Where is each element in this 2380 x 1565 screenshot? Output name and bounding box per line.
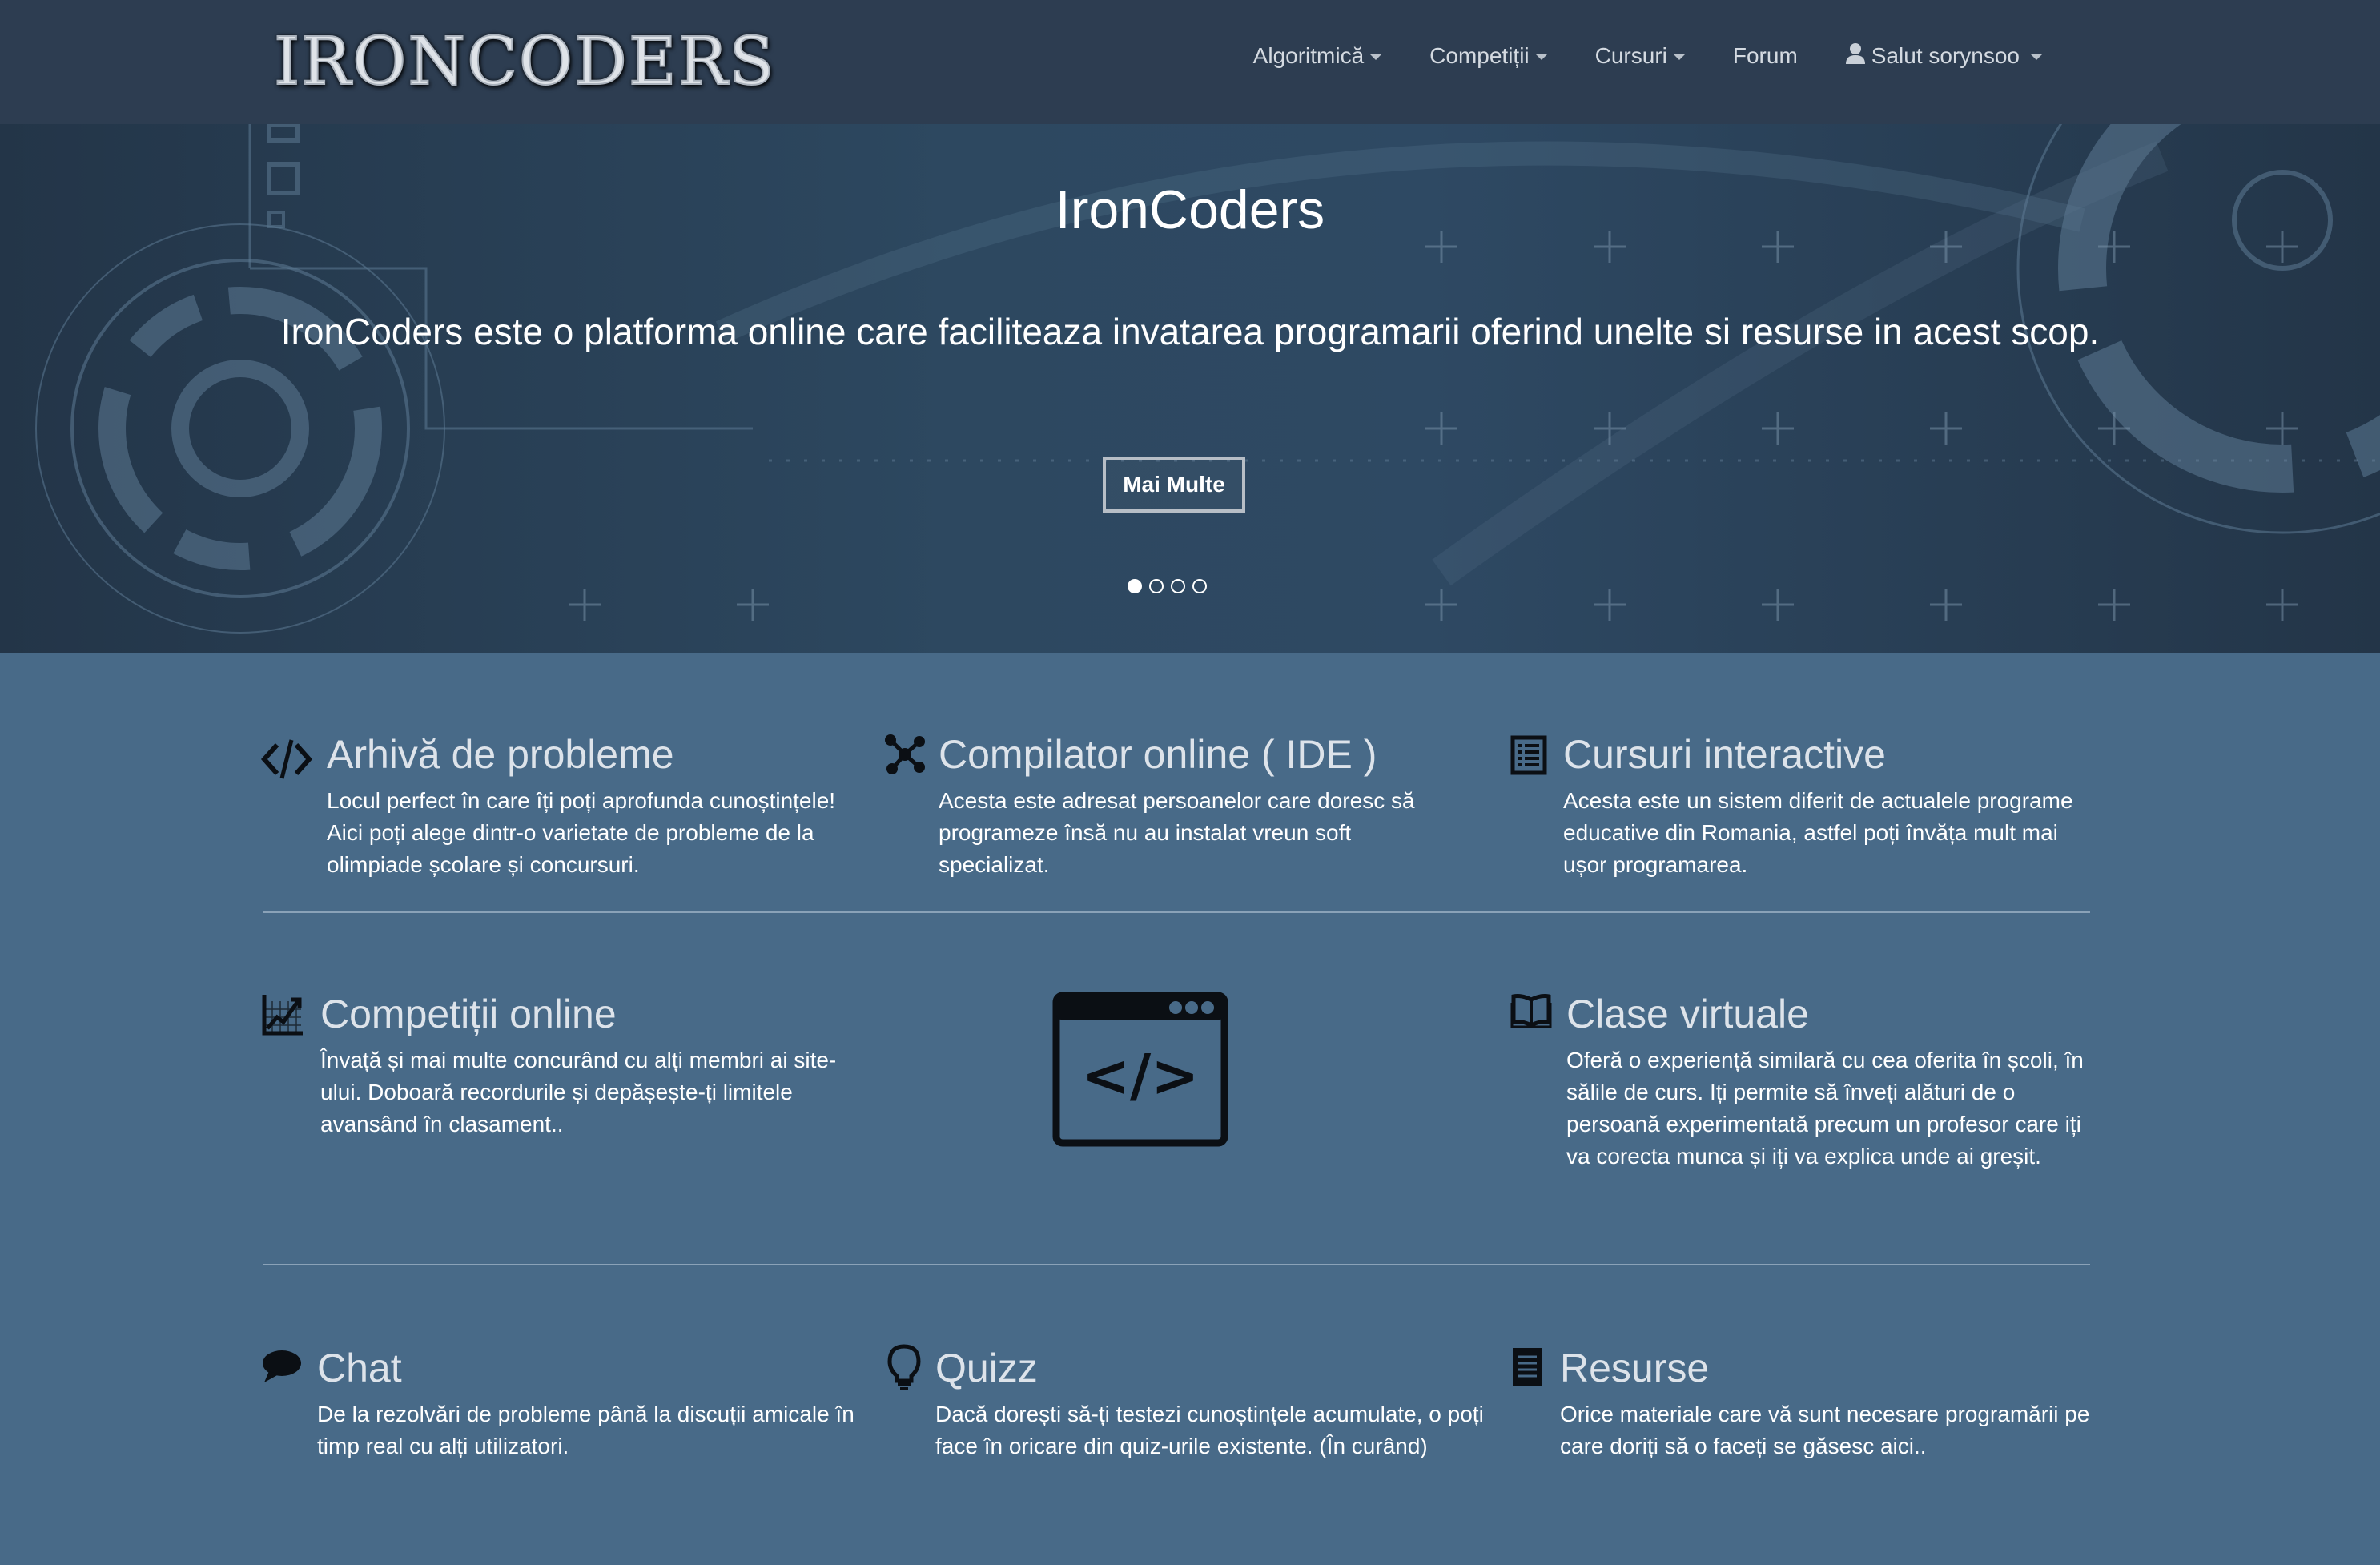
network-icon [884, 734, 926, 779]
caret-down-icon [1535, 54, 1547, 60]
feature-title: Competiții online [320, 992, 617, 1036]
feature-description: Acesta este un sistem diferit de actuale… [1563, 788, 2073, 877]
feature-description: Dacă dorești să-ți testezi cunoștințele … [935, 1402, 1484, 1458]
feature-competitii[interactable]: Competiții online Învață și mai multe co… [261, 990, 870, 1150]
code-window-graphic: </> [1052, 992, 1228, 1151]
more-button[interactable]: Mai Multe [1103, 457, 1245, 513]
feature-title: Arhivă de probleme [327, 732, 674, 777]
feature-title: Cursuri interactive [1563, 732, 1886, 777]
nav-item-forum[interactable]: Forum [1709, 43, 1822, 69]
feature-title: Clase virtuale [1566, 992, 1809, 1036]
feature-chat[interactable]: Chat De la rezolvări de probleme până la… [261, 1344, 870, 1472]
caret-down-icon [1370, 54, 1382, 60]
section-divider [263, 1264, 2090, 1265]
feature-title: Chat [317, 1346, 402, 1390]
document-icon [1510, 1346, 1544, 1393]
feature-title: Resurse [1560, 1346, 1710, 1390]
nav-item-user-menu[interactable]: Salut sorynsoo [1822, 42, 2066, 70]
nav-item-cursuri[interactable]: Cursuri [1571, 43, 1709, 69]
list-icon [1510, 735, 1547, 779]
section-divider [263, 911, 2090, 913]
carousel-dot-4[interactable] [1192, 579, 1207, 593]
feature-description: Locul perfect în care îți poți aprofunda… [327, 788, 836, 877]
feature-arhiva[interactable]: Arhivă de probleme Locul perfect în care… [260, 730, 870, 883]
feature-title: Quizz [935, 1346, 1038, 1390]
nav-item-label: Forum [1732, 43, 1798, 68]
feature-description: De la rezolvări de probleme până la disc… [317, 1402, 854, 1458]
carousel-indicators [1128, 579, 1207, 593]
nav-item-competitii[interactable]: Competiții [1405, 43, 1570, 69]
nav-menu: Algoritmică Competiții Cursuri Forum Sal… [1229, 0, 2066, 112]
book-icon [1510, 993, 1552, 1032]
hero-description: IronCoders este o platforma online care … [280, 311, 2100, 352]
nav-item-label: Cursuri [1594, 43, 1667, 68]
hero-title: IronCoders [1055, 179, 1325, 240]
feature-compilator[interactable]: Compilator online ( IDE ) Acesta este ad… [884, 730, 1493, 883]
chart-icon [261, 993, 304, 1040]
site-logo[interactable]: IRONCODERS [273, 21, 775, 104]
chat-bubble-icon [261, 1349, 303, 1388]
feature-description: Învață și mai multe concurând cu alți me… [320, 1048, 837, 1137]
feature-description: Acesta este adresat persoanelor care dor… [939, 788, 1415, 877]
feature-cursuri[interactable]: Cursuri interactive Acesta este un siste… [1510, 730, 2103, 883]
lightbulb-icon [887, 1344, 921, 1394]
feature-description: Orice materiale care vă sunt necesare pr… [1560, 1402, 2090, 1458]
feature-clase-virtuale[interactable]: Clase virtuale Oferă o experiență simila… [1510, 990, 2103, 1182]
carousel-dot-3[interactable] [1171, 579, 1185, 593]
nav-item-label: Algoritmică [1252, 43, 1365, 68]
nav-item-label: Salut sorynsoo [1871, 43, 2020, 68]
caret-down-icon [1673, 54, 1685, 60]
code-window-text: </> [1082, 1042, 1200, 1109]
code-window-icon: </> [1052, 992, 1228, 1147]
feature-quizz[interactable]: Quizz Dacă dorești să-ți testezi cunoști… [884, 1344, 1493, 1472]
carousel-dot-2[interactable] [1149, 579, 1164, 593]
carousel-dot-1[interactable] [1128, 579, 1142, 593]
feature-description: Oferă o experiență similară cu cea oferi… [1566, 1048, 2084, 1169]
feature-resurse[interactable]: Resurse Orice materiale care vă sunt nec… [1510, 1344, 2103, 1472]
hero-carousel: IronCoders IronCoders este o platforma o… [0, 124, 2380, 653]
caret-down-icon [2031, 54, 2042, 60]
nav-item-label: Competiții [1429, 43, 1530, 68]
user-icon [1845, 42, 1865, 70]
navbar: IRONCODERS Algoritmică Competiții Cursur… [0, 0, 2380, 125]
nav-item-algoritmica[interactable]: Algoritmică [1229, 43, 1405, 69]
code-icon [260, 738, 313, 784]
feature-title: Compilator online ( IDE ) [939, 732, 1377, 777]
